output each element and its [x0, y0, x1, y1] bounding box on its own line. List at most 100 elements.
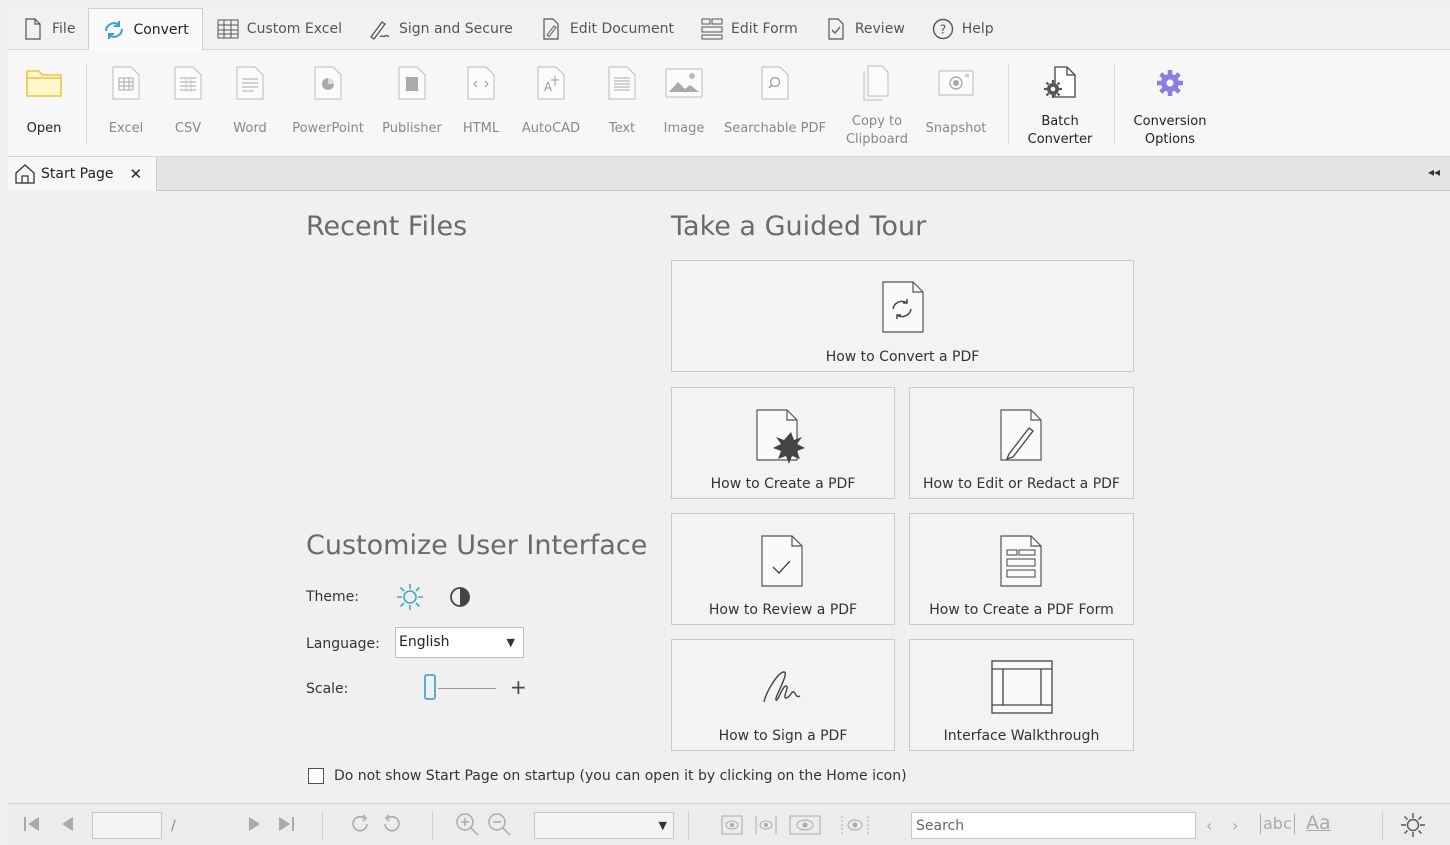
dropdown-arrow-icon: ▼ — [506, 636, 515, 649]
light-theme-sun-icon[interactable] — [396, 583, 424, 611]
excel-file-icon — [111, 65, 141, 101]
collapse-panel-icon[interactable]: ◂◂ — [1428, 165, 1440, 179]
zoom-out-icon[interactable] — [486, 811, 512, 837]
tour-card-convert-label: How to Convert a PDF — [825, 349, 980, 365]
copy-icon — [862, 65, 892, 101]
word-file-icon — [235, 65, 265, 101]
rotate-clockwise-icon[interactable] — [350, 814, 372, 834]
scale-slider-track[interactable] — [438, 688, 496, 689]
tab-custom-excel[interactable]: Custom Excel — [203, 8, 355, 49]
whole-word-toggle[interactable]: abc — [1260, 814, 1295, 834]
image-file-icon — [665, 65, 703, 101]
tour-card-walkthrough[interactable]: Interface Walkthrough — [909, 639, 1134, 751]
close-tab-icon[interactable]: ✕ — [130, 165, 143, 183]
open-button[interactable]: Open — [12, 50, 76, 150]
language-select[interactable]: English ▼ — [395, 627, 524, 658]
menu-bar: File Convert Custom Excel Sign and Secur… — [8, 8, 1450, 50]
view-continuous-icon[interactable] — [754, 814, 778, 836]
view-facing-icon[interactable] — [788, 814, 822, 836]
batch-converter-label: Batch Converter — [1027, 114, 1093, 147]
ribbon-separator — [1008, 64, 1009, 144]
search-previous-icon[interactable]: ‹ — [1206, 816, 1212, 835]
tab-edit-form[interactable]: Edit Form — [687, 8, 811, 49]
convert-html-button[interactable]: HTML — [456, 50, 506, 150]
review-icon — [824, 17, 848, 40]
tab-start-page-label: Start Page — [41, 166, 114, 182]
first-page-icon[interactable] — [22, 814, 42, 834]
convert-word-button[interactable]: Word — [226, 50, 274, 150]
gear-icon — [1154, 65, 1186, 101]
help-icon: ? — [931, 18, 955, 40]
convert-autocad-button[interactable]: A AutoCAD — [516, 50, 586, 150]
word-label: Word — [233, 121, 267, 136]
csv-file-icon — [173, 65, 203, 101]
conversion-options-button[interactable]: Conversion Options — [1124, 50, 1216, 150]
tab-sign-label: Sign and Secure — [398, 20, 513, 37]
convert-excel-button[interactable]: Excel — [100, 50, 152, 150]
html-label: HTML — [462, 121, 500, 136]
previous-page-icon[interactable] — [58, 814, 76, 834]
search-next-icon[interactable]: › — [1232, 816, 1238, 835]
dark-theme-contrast-icon[interactable] — [449, 586, 471, 608]
copy-to-clipboard-button[interactable]: Copy to Clipboard — [842, 50, 912, 150]
scale-slider-thumb[interactable] — [424, 674, 436, 700]
tour-card-sign[interactable]: How to Sign a PDF — [671, 639, 895, 751]
snapshot-button[interactable]: Snapshot — [922, 50, 990, 150]
tour-card-edit[interactable]: How to Edit or Redact a PDF — [909, 387, 1134, 499]
tour-card-convert[interactable]: How to Convert a PDF — [671, 260, 1134, 372]
searchable-pdf-icon — [760, 65, 790, 101]
autocad-label: AutoCAD — [521, 121, 581, 136]
theme-sun-icon[interactable] — [1400, 812, 1426, 838]
convert-publisher-button[interactable]: Publisher — [380, 50, 444, 150]
tab-edit-document[interactable]: Edit Document — [526, 8, 687, 49]
image-label: Image — [663, 121, 705, 136]
tour-card-review-label: How to Review a PDF — [708, 602, 858, 618]
tab-sign-and-secure[interactable]: Sign and Secure — [355, 8, 526, 49]
tour-card-review[interactable]: How to Review a PDF — [671, 513, 895, 625]
text-file-icon — [607, 65, 637, 101]
last-page-icon[interactable] — [276, 814, 296, 834]
create-pdf-icon — [755, 408, 811, 464]
page-number-input[interactable] — [92, 812, 162, 839]
scale-increase-button[interactable]: + — [510, 675, 527, 699]
autocad-file-icon: A — [536, 65, 566, 101]
interface-layout-icon — [990, 660, 1053, 714]
startup-checkbox[interactable] — [308, 768, 324, 784]
tab-start-page[interactable]: Start Page ✕ — [8, 157, 157, 191]
search-input[interactable]: Search — [911, 812, 1196, 839]
publisher-label: Publisher — [382, 121, 442, 136]
convert-powerpoint-button[interactable]: PowerPoint — [288, 50, 368, 150]
copy-to-clipboard-label: Copy to Clipboard — [845, 114, 909, 147]
convert-csv-button[interactable]: CSV — [164, 50, 212, 150]
tab-review[interactable]: Review — [811, 8, 918, 49]
convert-searchable-pdf-button[interactable]: Searchable PDF — [720, 50, 830, 150]
status-separator — [432, 812, 433, 840]
rotate-counterclockwise-icon[interactable] — [380, 814, 402, 834]
svg-text:A: A — [544, 80, 553, 94]
home-icon — [14, 163, 36, 185]
status-separator — [1382, 812, 1383, 840]
view-single-page-icon[interactable] — [720, 814, 744, 836]
tour-card-create[interactable]: How to Create a PDF — [671, 387, 895, 499]
tab-file[interactable]: File — [8, 8, 88, 49]
tour-card-form[interactable]: How to Create a PDF Form — [909, 513, 1134, 625]
camera-icon — [938, 65, 974, 101]
batch-converter-button[interactable]: Batch Converter — [1020, 50, 1100, 150]
svg-text:?: ? — [940, 22, 946, 36]
next-page-icon[interactable] — [246, 814, 264, 834]
csv-label: CSV — [174, 121, 202, 136]
zoom-level-select[interactable]: ▼ — [534, 812, 674, 839]
ribbon-separator — [86, 64, 87, 144]
zoom-in-icon[interactable] — [454, 811, 480, 837]
match-case-toggle[interactable]: Aa — [1306, 812, 1331, 834]
tab-convert[interactable]: Convert — [88, 8, 203, 50]
pdf-form-icon — [999, 534, 1045, 588]
text-label: Text — [608, 121, 636, 136]
tab-help[interactable]: ? Help — [918, 8, 1007, 49]
language-label: Language: — [306, 636, 380, 652]
convert-image-button[interactable]: Image — [658, 50, 710, 150]
view-cover-icon[interactable] — [838, 814, 872, 836]
powerpoint-file-icon — [313, 65, 343, 101]
edit-document-icon — [539, 17, 563, 40]
convert-text-button[interactable]: Text — [598, 50, 646, 150]
